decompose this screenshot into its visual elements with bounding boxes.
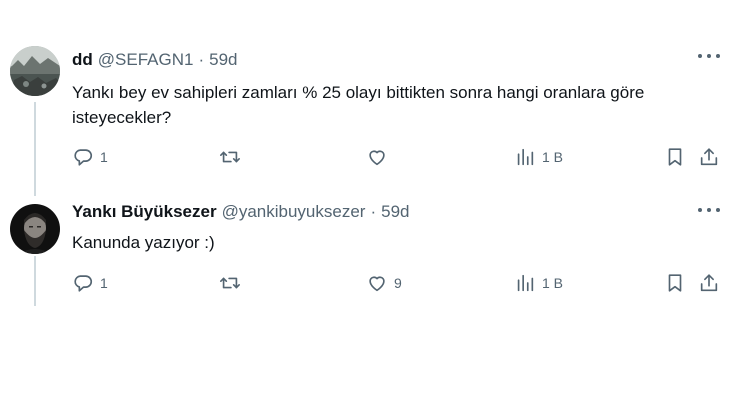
views-button[interactable]: 1 B: [514, 270, 563, 296]
action-bar: 1 9 1 B: [72, 270, 722, 296]
bookmark-icon: [664, 146, 686, 168]
thread-line: [34, 102, 36, 196]
share-button[interactable]: [698, 270, 720, 296]
views-button[interactable]: 1 B: [514, 144, 563, 170]
repost-icon: [219, 146, 241, 168]
share-icon: [698, 146, 720, 168]
views-count: 1 B: [542, 275, 564, 291]
timestamp[interactable]: 59d: [209, 50, 237, 70]
heart-icon: [366, 272, 388, 294]
bearded-man-photo-icon: [10, 204, 60, 254]
author-name[interactable]: Yankı Büyüksezer: [72, 202, 217, 222]
reply-icon: [72, 272, 94, 294]
more-icon[interactable]: [698, 54, 720, 60]
like-count: 9: [394, 275, 402, 291]
separator-dot: ·: [370, 202, 377, 221]
avatar[interactable]: [10, 46, 60, 96]
reply-icon: [72, 146, 94, 168]
landscape-photo-icon: [10, 46, 60, 96]
like-button[interactable]: 9: [366, 270, 402, 296]
avatar[interactable]: [10, 204, 60, 254]
bookmark-button[interactable]: [664, 270, 686, 296]
bookmark-icon: [664, 272, 686, 294]
reply-button[interactable]: 1: [72, 144, 108, 170]
tweet-header: dd @SEFAGN1 · 59d: [72, 50, 238, 70]
author-name[interactable]: dd: [72, 50, 93, 70]
thread-line: [34, 256, 36, 306]
repost-button[interactable]: [219, 144, 241, 170]
tweet-text: Yankı bey ev sahipleri zamları % 25 olay…: [72, 83, 645, 127]
bookmark-button[interactable]: [664, 144, 686, 170]
heart-icon: [366, 146, 388, 168]
reply-count: 1: [100, 275, 108, 291]
timestamp[interactable]: 59d: [381, 202, 409, 222]
reply-button[interactable]: 1: [72, 270, 108, 296]
analytics-icon: [514, 272, 536, 294]
reply-tweet[interactable]: Yankı Büyüksezer @yankibuyuksezer · 59d …: [0, 194, 730, 320]
share-icon: [698, 272, 720, 294]
author-handle[interactable]: @yankibuyuksezer: [222, 202, 366, 222]
views-count: 1 B: [542, 149, 564, 165]
reply-count: 1: [100, 149, 108, 165]
repost-icon: [219, 272, 241, 294]
analytics-icon: [514, 146, 536, 168]
like-button[interactable]: [366, 144, 388, 170]
repost-button[interactable]: [219, 270, 241, 296]
action-bar: 1 1 B: [72, 144, 722, 170]
more-icon[interactable]: [698, 208, 720, 214]
share-button[interactable]: [698, 144, 720, 170]
author-handle[interactable]: @SEFAGN1: [98, 50, 194, 70]
reply-tweet[interactable]: dd @SEFAGN1 · 59d Yankı bey ev sahipleri…: [0, 36, 730, 196]
separator-dot: ·: [198, 50, 205, 69]
tweet-text: Kanunda yazıyor :): [72, 233, 215, 252]
tweet-header: Yankı Büyüksezer @yankibuyuksezer · 59d: [72, 202, 410, 222]
